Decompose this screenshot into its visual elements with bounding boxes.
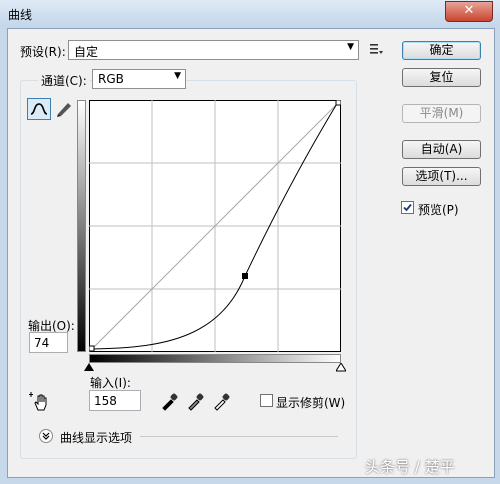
ok-button[interactable]: 确定 [402, 41, 481, 60]
curve-tool-icon[interactable] [27, 98, 51, 120]
reset-button[interactable]: 复位 [402, 68, 481, 87]
watermark-text: 头条号 / 楚平 [365, 458, 455, 476]
white-point-slider[interactable] [336, 363, 346, 372]
preview-label: 预览(P) [418, 203, 459, 217]
curve-point-selected[interactable] [242, 273, 248, 279]
curve-point-black[interactable] [89, 345, 95, 352]
options-button[interactable]: 选项(T)... [402, 167, 481, 186]
black-point-slider[interactable] [84, 363, 94, 372]
preset-select[interactable]: 自定 ▼ [68, 40, 359, 60]
window-title: 曲线 [8, 8, 33, 22]
eyedropper-white-icon[interactable] [212, 391, 232, 411]
channel-value: RGB [98, 72, 124, 86]
preset-label: 预设(R): [20, 45, 66, 59]
preset-value: 自定 [74, 45, 99, 59]
output-field[interactable]: 74 [29, 332, 68, 353]
show-clipping-label: 显示修剪(W) [276, 396, 346, 410]
curve-graph[interactable] [89, 100, 341, 352]
eyedropper-black-icon[interactable] [160, 391, 180, 411]
channel-select[interactable]: RGB ▼ [92, 69, 186, 89]
expand-chevron-icon[interactable] [39, 429, 53, 443]
close-button[interactable]: ✕ [445, 1, 493, 22]
divider [140, 436, 338, 437]
input-value: 158 [94, 394, 117, 408]
pencil-icon[interactable] [53, 98, 77, 120]
input-gradient [89, 354, 341, 363]
input-label: 输入(I): [90, 376, 131, 390]
show-clipping-checkbox[interactable] [260, 394, 273, 407]
input-field[interactable]: 158 [89, 390, 141, 411]
output-value: 74 [34, 336, 50, 350]
title-bar [0, 0, 500, 27]
output-gradient [77, 100, 86, 352]
preview-checkbox[interactable] [401, 201, 414, 214]
close-icon: ✕ [463, 3, 475, 18]
target-adjust-hand-icon[interactable] [29, 390, 51, 412]
smooth-button[interactable]: 平滑(M) [402, 104, 481, 123]
checkmark-icon [403, 203, 412, 212]
list-menu-icon[interactable] [369, 42, 383, 56]
channel-label: 通道(C): [38, 72, 90, 89]
chevron-down-icon: ▼ [347, 42, 354, 52]
chevron-down-icon: ▼ [174, 71, 181, 81]
eyedropper-gray-icon[interactable] [186, 391, 206, 411]
auto-button[interactable]: 自动(A) [402, 140, 481, 159]
curve-options-label: 曲线显示选项 [60, 431, 133, 445]
curve-point-white[interactable] [335, 100, 341, 106]
